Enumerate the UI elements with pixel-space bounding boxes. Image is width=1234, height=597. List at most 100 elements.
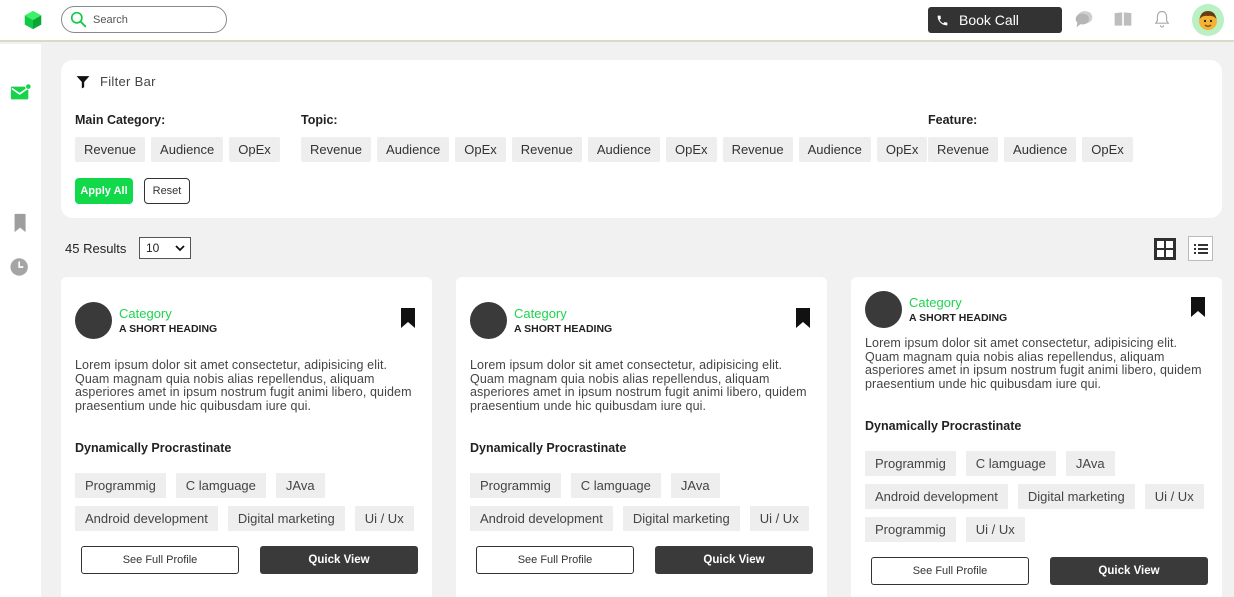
see-full-profile-button[interactable]: See Full Profile: [81, 546, 239, 574]
apply-all-button[interactable]: Apply All: [75, 178, 133, 204]
profile-card: Category A SHORT HEADING Lorem ipsum dol…: [61, 277, 432, 597]
filter-chip[interactable]: Audience: [151, 137, 224, 162]
filter-title: Filter Bar: [76, 74, 156, 89]
chat-bubble-icon[interactable]: [1074, 9, 1094, 29]
results-count: 45 Results: [65, 241, 127, 256]
logo-cube-icon[interactable]: [22, 9, 44, 31]
list-view-button[interactable]: [1188, 236, 1213, 261]
search-input[interactable]: [93, 13, 213, 26]
skill-tag[interactable]: JAva: [275, 473, 325, 498]
skill-tag[interactable]: C lamguage: [175, 473, 266, 498]
per-page-select[interactable]: 10: [139, 237, 191, 259]
skill-tag[interactable]: Ui / Ux: [965, 517, 1025, 542]
phone-icon: [937, 15, 948, 25]
card-avatar: [470, 302, 507, 339]
skill-tag[interactable]: Digital marketing: [1017, 484, 1135, 509]
topic-chips: Revenue Audience OpEx Revenue Audience O…: [301, 137, 928, 162]
filter-chip[interactable]: OpEx: [1082, 137, 1133, 162]
grid-icon: [1153, 237, 1176, 260]
card-heading: A SHORT HEADING: [514, 323, 613, 335]
per-page-value: 10: [146, 241, 160, 255]
book-call-button[interactable]: Book Call: [928, 7, 1062, 33]
skill-tag[interactable]: JAva: [1065, 451, 1115, 476]
card-category[interactable]: Category: [119, 306, 172, 321]
bookmark-icon[interactable]: [10, 212, 32, 234]
skill-tag[interactable]: Ui / Ux: [1144, 484, 1204, 509]
bookmark-icon[interactable]: [401, 308, 415, 328]
filter-chip[interactable]: Revenue: [928, 137, 999, 162]
profile-card: Category A SHORT HEADING Lorem ipsum dol…: [851, 277, 1222, 597]
filter-panel: Filter Bar Main Category: Topic: Feature…: [61, 60, 1222, 218]
card-category[interactable]: Category: [909, 295, 962, 310]
left-sidebar: [0, 44, 41, 597]
tag-row: Programmig C lamguage JAva: [470, 473, 720, 498]
main-category-label: Main Category:: [75, 113, 166, 127]
top-bar: Book Call: [0, 0, 1234, 42]
skill-tag[interactable]: C lamguage: [570, 473, 661, 498]
tag-row: Programmig C lamguage JAva: [865, 451, 1115, 476]
skill-tag[interactable]: C lamguage: [965, 451, 1056, 476]
bell-icon[interactable]: [1152, 9, 1172, 29]
filter-chip[interactable]: Audience: [587, 137, 661, 162]
card-description: Lorem ipsum dolor sit amet consectetur, …: [865, 336, 1202, 391]
card-category[interactable]: Category: [514, 306, 567, 321]
feature-label: Feature:: [928, 113, 978, 127]
see-full-profile-button[interactable]: See Full Profile: [476, 546, 634, 574]
card-heading: A SHORT HEADING: [119, 323, 218, 335]
feature-chips: Revenue Audience OpEx: [928, 137, 1133, 162]
grid-view-button[interactable]: [1152, 236, 1177, 261]
quick-view-button[interactable]: Quick View: [655, 546, 813, 574]
tag-row: Programmig Ui / Ux: [865, 517, 1025, 542]
card-avatar: [865, 291, 902, 328]
clock-icon[interactable]: [10, 256, 32, 278]
filter-funnel-icon: [76, 75, 90, 88]
card-subheading: Dynamically Procrastinate: [75, 441, 232, 455]
skill-tag[interactable]: Programmig: [470, 473, 561, 498]
skill-tag[interactable]: Android development: [75, 506, 218, 531]
skill-tag[interactable]: JAva: [670, 473, 720, 498]
profile-card: Category A SHORT HEADING Lorem ipsum dol…: [456, 277, 827, 597]
see-full-profile-button[interactable]: See Full Profile: [871, 557, 1029, 585]
filter-chip[interactable]: Revenue: [511, 137, 582, 162]
quick-view-button[interactable]: Quick View: [1050, 557, 1208, 585]
user-avatar-icon: [1199, 11, 1217, 30]
bookmark-icon[interactable]: [1191, 297, 1205, 317]
filter-chip[interactable]: OpEx: [229, 137, 280, 162]
tag-row: Android development Digital marketing Ui…: [75, 506, 414, 531]
filter-chip[interactable]: Revenue: [722, 137, 793, 162]
skill-tag[interactable]: Ui / Ux: [749, 506, 809, 531]
filter-chip[interactable]: Audience: [377, 137, 450, 162]
user-avatar[interactable]: [1192, 4, 1224, 36]
filter-title-label: Filter Bar: [100, 74, 156, 89]
card-avatar: [75, 302, 112, 339]
quick-view-button[interactable]: Quick View: [260, 546, 418, 574]
skill-tag[interactable]: Android development: [470, 506, 613, 531]
card-description: Lorem ipsum dolor sit amet consectetur, …: [75, 358, 412, 413]
tag-row: Android development Digital marketing Ui…: [865, 484, 1204, 509]
card-description: Lorem ipsum dolor sit amet consectetur, …: [470, 358, 807, 413]
main-category-chips: Revenue Audience OpEx: [75, 137, 280, 162]
skill-tag[interactable]: Digital marketing: [227, 506, 345, 531]
search-icon: [70, 11, 87, 28]
tag-row: Programmig C lamguage JAva: [75, 473, 325, 498]
skill-tag[interactable]: Programmig: [75, 473, 166, 498]
skill-tag[interactable]: Ui / Ux: [354, 506, 414, 531]
skill-tag[interactable]: Programmig: [865, 451, 956, 476]
skill-tag[interactable]: Android development: [865, 484, 1008, 509]
filter-chip[interactable]: OpEx: [455, 137, 506, 162]
filter-chip[interactable]: Audience: [1004, 137, 1077, 162]
bookmark-icon[interactable]: [796, 308, 810, 328]
skill-tag[interactable]: Digital marketing: [622, 506, 740, 531]
book-icon[interactable]: [1113, 9, 1133, 29]
filter-chip[interactable]: OpEx: [666, 137, 717, 162]
reset-button[interactable]: Reset: [144, 178, 190, 204]
filter-chip[interactable]: Audience: [798, 137, 871, 162]
mail-icon[interactable]: [10, 82, 32, 104]
search-box[interactable]: [61, 6, 227, 33]
filter-chip[interactable]: Revenue: [301, 137, 372, 162]
filter-chip[interactable]: Revenue: [75, 137, 146, 162]
filter-chip[interactable]: OpEx: [876, 137, 928, 162]
tag-row: Android development Digital marketing Ui…: [470, 506, 809, 531]
card-subheading: Dynamically Procrastinate: [470, 441, 627, 455]
skill-tag[interactable]: Programmig: [865, 517, 956, 542]
